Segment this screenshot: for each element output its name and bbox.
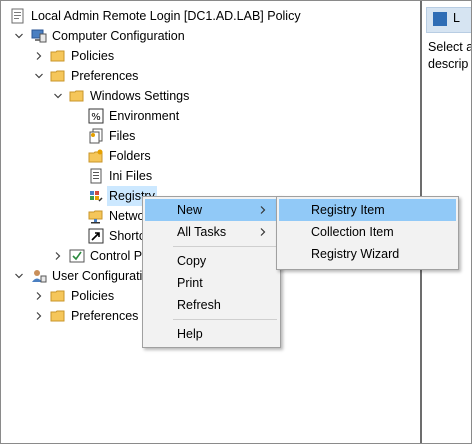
tree-item-ini-files[interactable]: Ini Files bbox=[1, 166, 420, 186]
chevron-right-icon[interactable] bbox=[35, 52, 43, 60]
tree-item-label: Computer Configuration bbox=[52, 29, 185, 43]
folder-icon bbox=[50, 290, 65, 302]
submenu-item-collection-item[interactable]: Collection Item bbox=[279, 221, 456, 243]
menu-item-copy[interactable]: Copy bbox=[145, 250, 278, 272]
chevron-down-icon[interactable] bbox=[35, 72, 43, 80]
details-tab[interactable]: L bbox=[426, 7, 471, 33]
registry-icon bbox=[90, 191, 103, 202]
tree-item-label: Netwo bbox=[109, 209, 145, 223]
tree-item-environment[interactable]: % Environment bbox=[1, 106, 420, 126]
tree-item-label: User Configurati bbox=[52, 269, 143, 283]
chevron-down-icon[interactable] bbox=[15, 32, 23, 40]
tree-item-label: Windows Settings bbox=[90, 89, 190, 103]
tree-item-label: Ini Files bbox=[109, 169, 153, 183]
tree-item-files[interactable]: Files bbox=[1, 126, 420, 146]
tree-item-label: Policies bbox=[71, 289, 115, 303]
folders-icon bbox=[88, 149, 103, 163]
submenu-arrow-icon bbox=[260, 228, 266, 236]
submenu-item-registry-wizard[interactable]: Registry Wizard bbox=[279, 243, 456, 265]
policy-icon bbox=[433, 12, 447, 26]
context-menu: New All Tasks Copy Print Refresh Help bbox=[142, 196, 281, 348]
folder-icon bbox=[50, 70, 65, 82]
tree-item-root[interactable]: Local Admin Remote Login [DC1.AD.LAB] Po… bbox=[1, 6, 420, 26]
folder-icon bbox=[50, 50, 65, 62]
tree-item-cc-preferences[interactable]: Preferences bbox=[1, 66, 420, 86]
svg-text:%: % bbox=[91, 112, 101, 123]
tree-item-windows-settings[interactable]: Windows Settings bbox=[1, 86, 420, 106]
folder-icon bbox=[50, 310, 65, 322]
ini-files-icon bbox=[90, 168, 102, 184]
network-shares-icon bbox=[88, 210, 103, 224]
tree-item-label: Policies bbox=[71, 49, 115, 63]
menu-separator bbox=[173, 246, 277, 247]
computer-config-icon bbox=[31, 29, 47, 43]
menu-item-help[interactable]: Help bbox=[145, 323, 278, 345]
submenu-arrow-icon bbox=[260, 206, 266, 214]
tree-item-label: Folders bbox=[109, 149, 151, 163]
chevron-right-icon[interactable] bbox=[35, 292, 43, 300]
user-config-icon bbox=[32, 270, 47, 283]
shortcuts-icon bbox=[88, 228, 104, 244]
files-icon bbox=[89, 128, 103, 144]
new-submenu: Registry Item Collection Item Registry W… bbox=[276, 196, 459, 270]
details-description: Select a descrip bbox=[428, 40, 471, 71]
menu-item-refresh[interactable]: Refresh bbox=[145, 294, 278, 316]
tree-item-label: Preferences bbox=[71, 69, 139, 83]
menu-item-all-tasks[interactable]: All Tasks bbox=[145, 221, 278, 243]
tree-item-cc-policies[interactable]: Policies bbox=[1, 46, 420, 66]
control-panel-icon bbox=[69, 249, 85, 263]
menu-item-new[interactable]: New bbox=[145, 199, 278, 221]
tree-item-label: Preferences bbox=[71, 309, 139, 323]
chevron-right-icon[interactable] bbox=[54, 252, 62, 260]
chevron-down-icon[interactable] bbox=[15, 272, 23, 280]
submenu-item-registry-item[interactable]: Registry Item bbox=[279, 199, 456, 221]
chevron-down-icon[interactable] bbox=[54, 92, 62, 100]
menu-separator bbox=[173, 319, 277, 320]
tree-item-label: Control P bbox=[90, 249, 143, 263]
tree-item-label: Environment bbox=[109, 109, 180, 123]
tree-item-label: Shortc bbox=[109, 229, 146, 243]
folder-icon bbox=[69, 90, 84, 102]
gpo-editor-window: Local Admin Remote Login [DC1.AD.LAB] Po… bbox=[0, 0, 472, 444]
tree-item-label: Files bbox=[109, 129, 136, 143]
chevron-right-icon[interactable] bbox=[35, 312, 43, 320]
details-tab-label: L bbox=[453, 11, 460, 25]
menu-item-print[interactable]: Print bbox=[145, 272, 278, 294]
tree-item-computer-configuration[interactable]: Computer Configuration bbox=[1, 26, 420, 46]
tree-item-folders[interactable]: Folders bbox=[1, 146, 420, 166]
policy-document-icon bbox=[11, 8, 24, 24]
environment-icon: % bbox=[88, 108, 104, 124]
tree-item-label: Local Admin Remote Login [DC1.AD.LAB] Po… bbox=[31, 9, 301, 23]
